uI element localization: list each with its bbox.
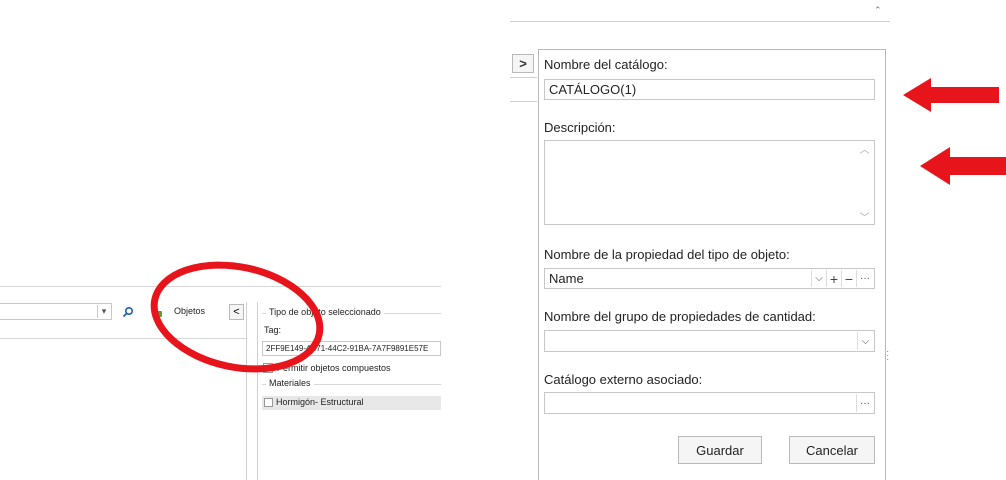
search-icon[interactable] [120,304,136,320]
materials-title: Materiales [266,378,314,388]
more-icon[interactable]: ··· [856,394,873,412]
annotation-ellipse [150,261,324,373]
right-screenshot: ⌃ > Nombre del catálogo: CATÁLOGO(1) Des… [510,0,890,480]
quantity-group-label: Nombre del grupo de propiedades de canti… [544,309,816,324]
chevron-down-icon[interactable]: ⌵ [857,332,873,350]
annotation-arrow-1 [903,78,999,112]
catalog-name-label: Nombre del catálogo: [544,57,668,72]
material-row[interactable]: Hormigón- Estructural [262,396,441,410]
left-strip-line-1 [510,77,537,78]
chevron-down-icon[interactable]: ▾ [97,305,110,318]
search-dropdown[interactable] [0,303,112,320]
description-textarea[interactable] [544,140,875,225]
external-catalog-label: Catálogo externo asociado: [544,372,703,387]
quantity-group-select[interactable] [544,330,875,352]
add-icon[interactable]: + [826,270,841,287]
left-strip-line-2 [510,101,537,102]
description-label: Descripción: [544,120,616,135]
material-checkbox[interactable] [264,398,273,407]
more-icon[interactable]: ··· [856,270,873,287]
resize-glyph: ⌃ [874,5,882,15]
scroll-up-icon[interactable]: ︿ [857,142,872,156]
scroll-down-icon[interactable]: ﹀ [857,210,872,224]
catalog-name-input[interactable]: CATÁLOGO(1) [544,79,875,100]
property-name-label: Nombre de la propiedad del tipo de objet… [544,247,790,262]
material-item: Hormigón- Estructural [276,397,364,407]
save-button[interactable]: Guardar [678,436,762,464]
side-grip[interactable]: · · · [886,347,889,365]
remove-icon[interactable]: − [841,270,856,287]
form-panel [538,49,886,480]
header-line [510,21,890,22]
external-catalog-input[interactable] [544,392,875,414]
cancel-button[interactable]: Cancelar [789,436,875,464]
annotation-arrow-2 [920,147,1006,185]
expand-button[interactable]: > [512,54,534,73]
chevron-down-icon[interactable]: ⌵ [811,270,826,287]
